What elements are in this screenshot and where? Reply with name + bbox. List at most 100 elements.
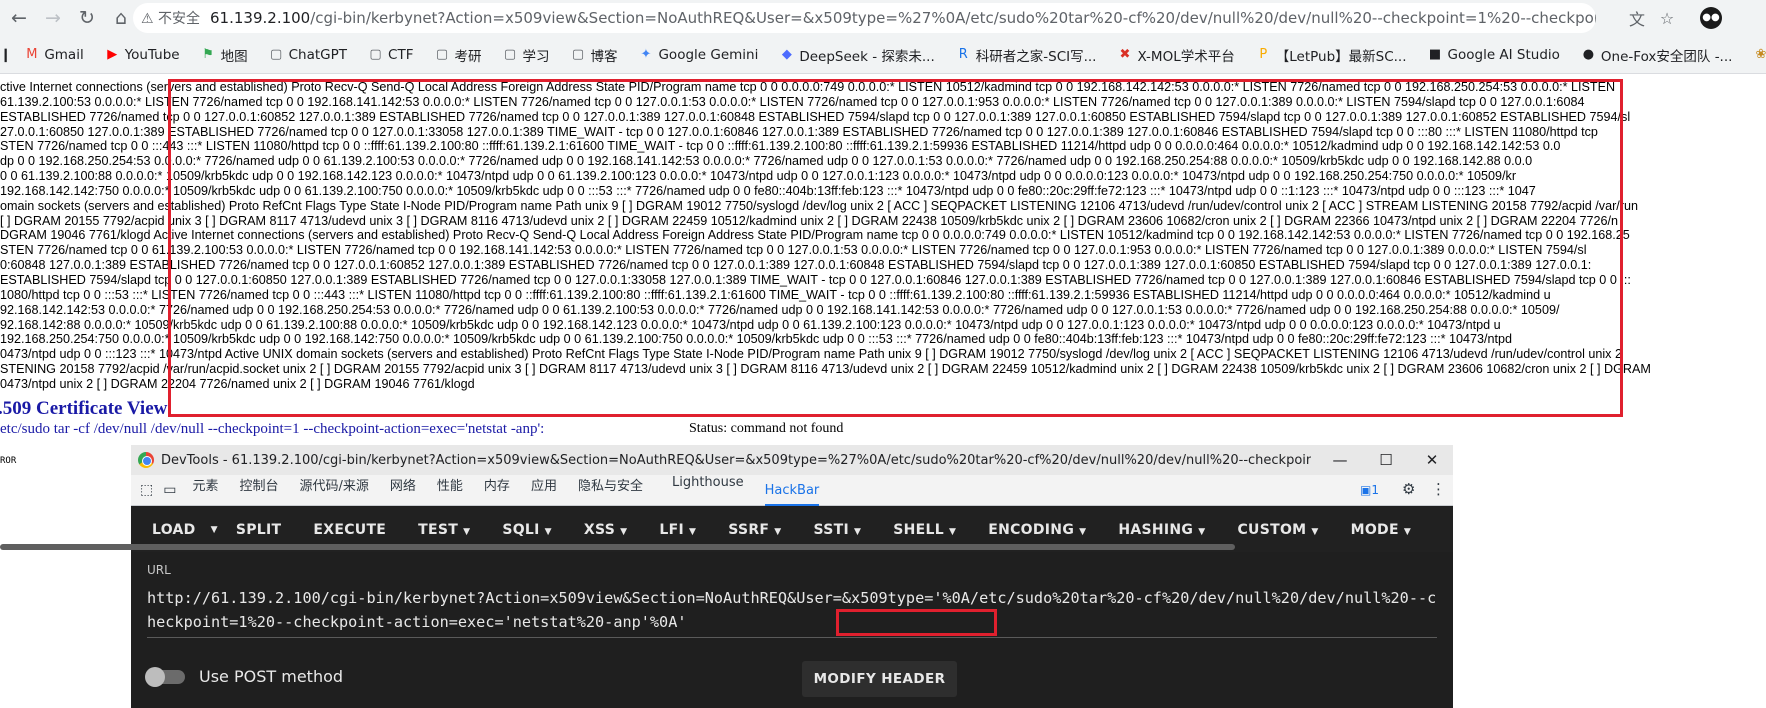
bookmark-label: 学习 — [522, 48, 550, 65]
devtools-tab[interactable]: HackBar — [764, 483, 820, 506]
hackbar-button-label: ENCODING — [988, 521, 1075, 538]
output-line: [ ] DGRAM 20155 7792/acpid unix 3 [ ] DG… — [0, 213, 1619, 228]
devtools-tab[interactable]: 性能 — [437, 475, 463, 506]
url-section: URL http://61.139.2.100/cgi-bin/kerbynet… — [147, 563, 1437, 638]
bookmark-item[interactable]: ✦ Google Gemini — [638, 46, 759, 63]
output-line: 92.168.142.142:53 0.0.0.0:* 7726/named u… — [0, 302, 1560, 317]
chevron-down-icon: ▼ — [620, 526, 628, 537]
bookmark-item[interactable]: ▶ YouTube — [105, 46, 180, 63]
issues-badge[interactable]: ▣1 — [1360, 483, 1379, 497]
bookmark-item[interactable]: ✖ X-MOL学术平台 — [1117, 45, 1235, 65]
output-line: 61.139.2.100:53 0.0.0.0:* LISTEN 7726/na… — [0, 94, 1585, 109]
hackbar-execute-button[interactable]: EXECUTE — [313, 522, 386, 538]
hackbar-custom-button[interactable]: CUSTOM ▼ — [1237, 522, 1318, 538]
status-text: Status: command not found — [689, 421, 844, 436]
devtools-tab[interactable]: 源代码/来源 — [300, 475, 369, 506]
output-line: STEN 7726/named tcp 0 0 61.139.2.100:53 … — [0, 243, 1587, 258]
bookmark-item[interactable]: ▢ 学习 — [502, 45, 550, 65]
hackbar-button-label: SPLIT — [235, 521, 282, 538]
minimize-icon[interactable]: — — [1317, 445, 1363, 475]
settings-gear-icon[interactable]: ⚙ — [1402, 480, 1415, 498]
bookmark-item[interactable]: ▢ 博客 — [570, 45, 618, 65]
url-path: /cgi-bin/kerbynet?Action=x509view&Sectio… — [310, 9, 1596, 27]
close-icon[interactable]: ✕ — [1409, 445, 1453, 475]
bookmark-item[interactable]: P 【LetPub】最新SC... — [1256, 45, 1406, 65]
forward-icon[interactable]: → — [38, 3, 68, 33]
devtools-tab[interactable]: 应用 — [531, 475, 557, 506]
letpub-icon: P — [1259, 47, 1268, 62]
home-icon[interactable]: ⌂ — [106, 3, 136, 33]
hackbar-mode-button[interactable]: MODE ▼ — [1351, 522, 1411, 538]
bookmark-label: Google Gemini — [658, 46, 759, 63]
bookmark-item[interactable]: R 科研者之家-SCI写... — [956, 45, 1097, 65]
github-icon: ● — [1582, 47, 1595, 62]
bookmark-item[interactable]: ■ Google AI Studio — [1428, 47, 1560, 63]
chrome-logo-icon — [138, 452, 154, 468]
hackbar-xss-button[interactable]: XSS ▼ — [584, 522, 627, 538]
output-line: DGRAM 19046 7761/klogd Active Internet c… — [0, 228, 1630, 243]
not-secure-badge[interactable]: ⚠ 不安全 — [141, 8, 200, 28]
chevron-down-icon: ▼ — [463, 526, 471, 537]
hackbar-hashing-button[interactable]: HASHING ▼ — [1118, 522, 1205, 538]
devtools-window: DevTools - 61.139.2.100/cgi-bin/kerbynet… — [131, 445, 1453, 708]
more-options-icon[interactable]: ⋮ — [1431, 480, 1446, 498]
post-method-label: Use POST method — [199, 667, 344, 686]
hackbar-ssti-button[interactable]: SSTI ▼ — [814, 522, 862, 538]
hackbar-button-label: SSRF — [728, 521, 770, 538]
devtools-tab[interactable]: 控制台 — [239, 475, 278, 506]
devtools-titlebar: DevTools - 61.139.2.100/cgi-bin/kerbynet… — [131, 445, 1453, 475]
gmail-icon: M — [26, 47, 38, 62]
bookmark-label: One-Fox安全团队 -... — [1600, 48, 1733, 65]
hackbar-test-button[interactable]: TEST ▼ — [418, 522, 470, 538]
bookmark-item[interactable]: ❀ONE-FOX安全团队... — [1753, 45, 1766, 65]
chevron-down-icon: ▼ — [688, 526, 697, 537]
hackbar-sqli-button[interactable]: SQLI ▼ — [502, 522, 552, 538]
bookmark-item[interactable]: ▢ ChatGPT — [269, 47, 347, 63]
hackbar-ssrf-button[interactable]: SSRF ▼ — [728, 522, 781, 538]
apps-icon[interactable]: ❙ — [0, 47, 11, 63]
profile-icon[interactable]: ●● — [1697, 4, 1725, 32]
bookmark-item[interactable]: ◆ DeepSeek - 探索未... — [779, 45, 935, 65]
hackbar-button-label: MODE — [1350, 521, 1399, 538]
modify-header-button[interactable]: MODIFY HEADER — [802, 661, 957, 697]
devtools-tab-list: 元素 控制台 源代码/来源 网络 性能 内存 应用 隐私与安全 Lighthouse HackBa… — [192, 475, 840, 506]
page-title: .509 Certificate View — [0, 398, 168, 419]
devtools-tabs: ⬚ ▭ 元素 控制台 源代码/来源 网络 性能 内存 应用 隐私与安全 Lighthouse Ha… — [131, 475, 1453, 506]
folder-icon: ▢ — [503, 47, 517, 62]
folder-icon: ▢ — [435, 47, 449, 62]
maximize-icon[interactable]: ☐ — [1363, 445, 1409, 475]
output-line: 192.168.142.142:750 0.0.0.0:* 10509/krb5… — [0, 183, 1536, 198]
device-toolbar-icon[interactable]: ▭ — [163, 482, 176, 498]
bookmark-item[interactable]: M Gmail — [24, 47, 84, 63]
bookmark-item[interactable]: ▢ 考研 — [434, 45, 482, 65]
bookmark-star-icon[interactable]: ☆ — [1653, 4, 1681, 32]
hackbar-scrollbar[interactable] — [0, 544, 1235, 550]
devtools-tab[interactable]: 内存 — [484, 475, 510, 506]
devtools-tab[interactable]: 元素 — [192, 475, 218, 506]
reload-icon[interactable]: ↻ — [72, 3, 102, 33]
translate-icon[interactable]: 文 — [1623, 4, 1651, 32]
r-icon: R — [958, 47, 968, 62]
gemini-icon: ✦ — [640, 47, 652, 62]
hackbar-encoding-button[interactable]: ENCODING ▼ — [988, 522, 1086, 538]
url-textarea[interactable]: http://61.139.2.100/cgi-bin/kerbynet?Act… — [147, 586, 1437, 638]
hackbar-split-button[interactable]: SPLIT — [236, 522, 282, 538]
inspect-element-icon[interactable]: ⬚ — [140, 482, 153, 498]
devtools-tab[interactable]: 隐私与安全 — [578, 475, 643, 506]
hackbar-load-button[interactable]: LOAD — [152, 522, 196, 538]
devtools-tab[interactable]: 网络 — [390, 475, 416, 506]
load-dropdown-icon[interactable]: ▼ — [211, 525, 218, 535]
back-icon[interactable]: ← — [4, 3, 34, 33]
hackbar-lfi-button[interactable]: LFI ▼ — [659, 522, 696, 538]
bookmark-label: YouTube — [124, 46, 180, 63]
omnibox[interactable]: ⚠ 不安全 61.139.2.100/cgi-bin/kerbynet?Acti… — [133, 3, 1596, 33]
hackbar-shell-button[interactable]: SHELL ▼ — [893, 522, 956, 538]
devtools-tab[interactable]: Lighthouse — [672, 475, 744, 506]
bookmark-item[interactable]: ⚑ 地图 — [201, 45, 247, 65]
output-line: 192.168.250.254:750 0.0.0.0:* 10509/krb5… — [0, 332, 1513, 347]
post-method-toggle[interactable] — [145, 666, 185, 687]
issues-count: 1 — [1371, 483, 1379, 497]
url-host: 61.139.2.100 — [210, 9, 311, 27]
bookmark-item[interactable]: ● One-Fox安全团队 -... — [1581, 45, 1733, 65]
bookmark-item[interactable]: ▢ CTF — [368, 47, 413, 63]
